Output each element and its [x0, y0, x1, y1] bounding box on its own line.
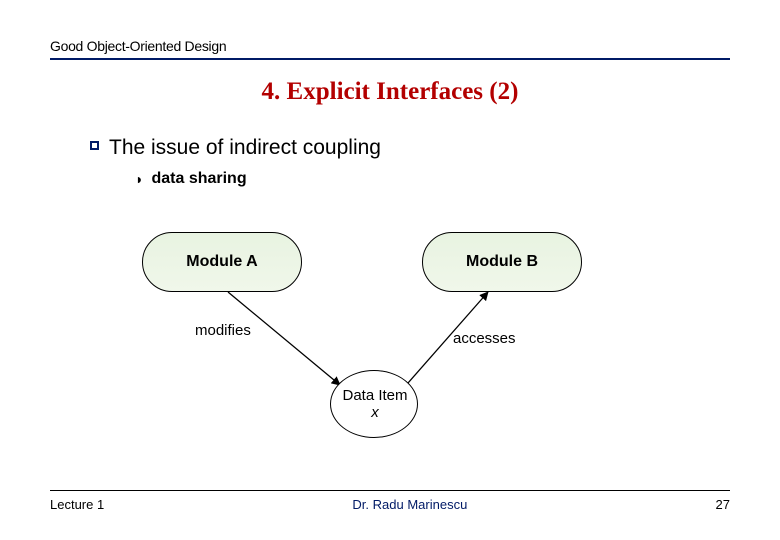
accesses-label: accesses	[453, 330, 516, 347]
data-item-line1: Data Item	[342, 387, 407, 404]
footer: Lecture 1 Dr. Radu Marinescu 27	[50, 490, 730, 512]
slide-title: 4. Explicit Interfaces (2)	[0, 78, 780, 106]
bullet-sub-text: data sharing	[151, 170, 246, 188]
diagram: Module A Module B modifies accesses Data…	[50, 210, 730, 450]
footer-left: Lecture 1	[50, 497, 104, 512]
module-a-box: Module A	[142, 232, 302, 292]
data-item-circle: Data Item x	[330, 370, 418, 438]
footer-rule	[50, 490, 730, 491]
square-bullet-icon	[90, 141, 99, 150]
module-b-label: Module B	[466, 253, 538, 271]
data-item-line2: x	[371, 404, 379, 421]
footer-center: Dr. Radu Marinescu	[104, 497, 715, 512]
module-b-box: Module B	[422, 232, 582, 292]
bullet-sub: ◗ data sharing	[135, 170, 247, 188]
module-a-label: Module A	[186, 253, 257, 271]
bullet-main: The issue of indirect coupling	[90, 136, 381, 160]
modifies-label: modifies	[195, 322, 251, 339]
footer-right: 27	[716, 497, 730, 512]
header-rule	[50, 58, 730, 60]
arrow-bullet-icon: ◗	[135, 171, 143, 187]
bullet-main-text: The issue of indirect coupling	[109, 136, 381, 160]
header-label: Good Object-Oriented Design	[50, 38, 730, 54]
